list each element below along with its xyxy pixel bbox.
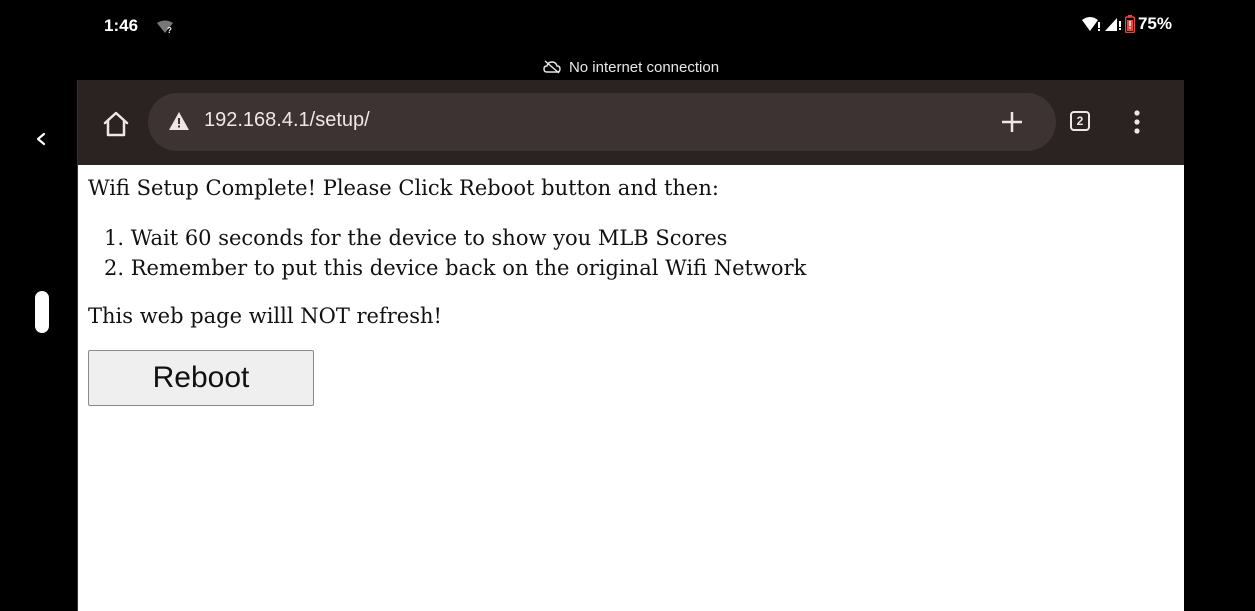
list-item: 1. Wait 60 seconds for the device to sho…: [104, 226, 728, 250]
web-page-content: Wifi Setup Complete! Please Click Reboot…: [78, 165, 1184, 611]
new-tab-plus-icon[interactable]: [1000, 110, 1024, 134]
browser-toolbar: 192.168.4.1/setup/ 2: [78, 80, 1184, 165]
offline-banner-text: No internet connection: [568, 58, 720, 76]
wifi-no-internet-icon: ?: [157, 20, 173, 34]
status-bar: 1:46 ? 75%: [78, 0, 1184, 55]
url-text[interactable]: 192.168.4.1/setup/: [204, 109, 370, 132]
tab-switcher-button[interactable]: 2: [1070, 111, 1090, 131]
wifi-icon: [1081, 17, 1100, 31]
right-edge: [1184, 0, 1255, 611]
list-item: 2. Remember to put this device back on t…: [104, 256, 807, 280]
nav-handle[interactable]: [35, 291, 49, 333]
back-chevron-icon[interactable]: [34, 128, 48, 150]
left-nav-rail: [0, 0, 78, 611]
status-indicators: 75%: [1081, 14, 1172, 34]
setup-complete-message: Wifi Setup Complete! Please Click Reboot…: [88, 176, 719, 200]
svg-text:?: ?: [167, 26, 172, 34]
not-secure-warning-icon[interactable]: [168, 111, 190, 131]
offline-banner: No internet connection: [78, 54, 1184, 80]
battery-icon: [1124, 15, 1135, 33]
home-icon[interactable]: [102, 110, 130, 138]
steps-list: 1. Wait 60 seconds for the device to sho…: [104, 223, 806, 283]
cloud-off-icon: [543, 60, 561, 74]
address-bar[interactable]: 192.168.4.1/setup/: [148, 93, 1056, 151]
battery-percent: 75%: [1137, 14, 1172, 33]
status-clock: 1:46: [104, 16, 139, 35]
tab-count-number: 2: [1076, 114, 1084, 128]
no-refresh-note: This web page willl NOT refresh!: [88, 304, 442, 328]
cellular-signal-icon: [1104, 18, 1121, 31]
reboot-button[interactable]: Reboot: [88, 350, 314, 406]
overflow-menu-icon[interactable]: [1133, 109, 1141, 135]
